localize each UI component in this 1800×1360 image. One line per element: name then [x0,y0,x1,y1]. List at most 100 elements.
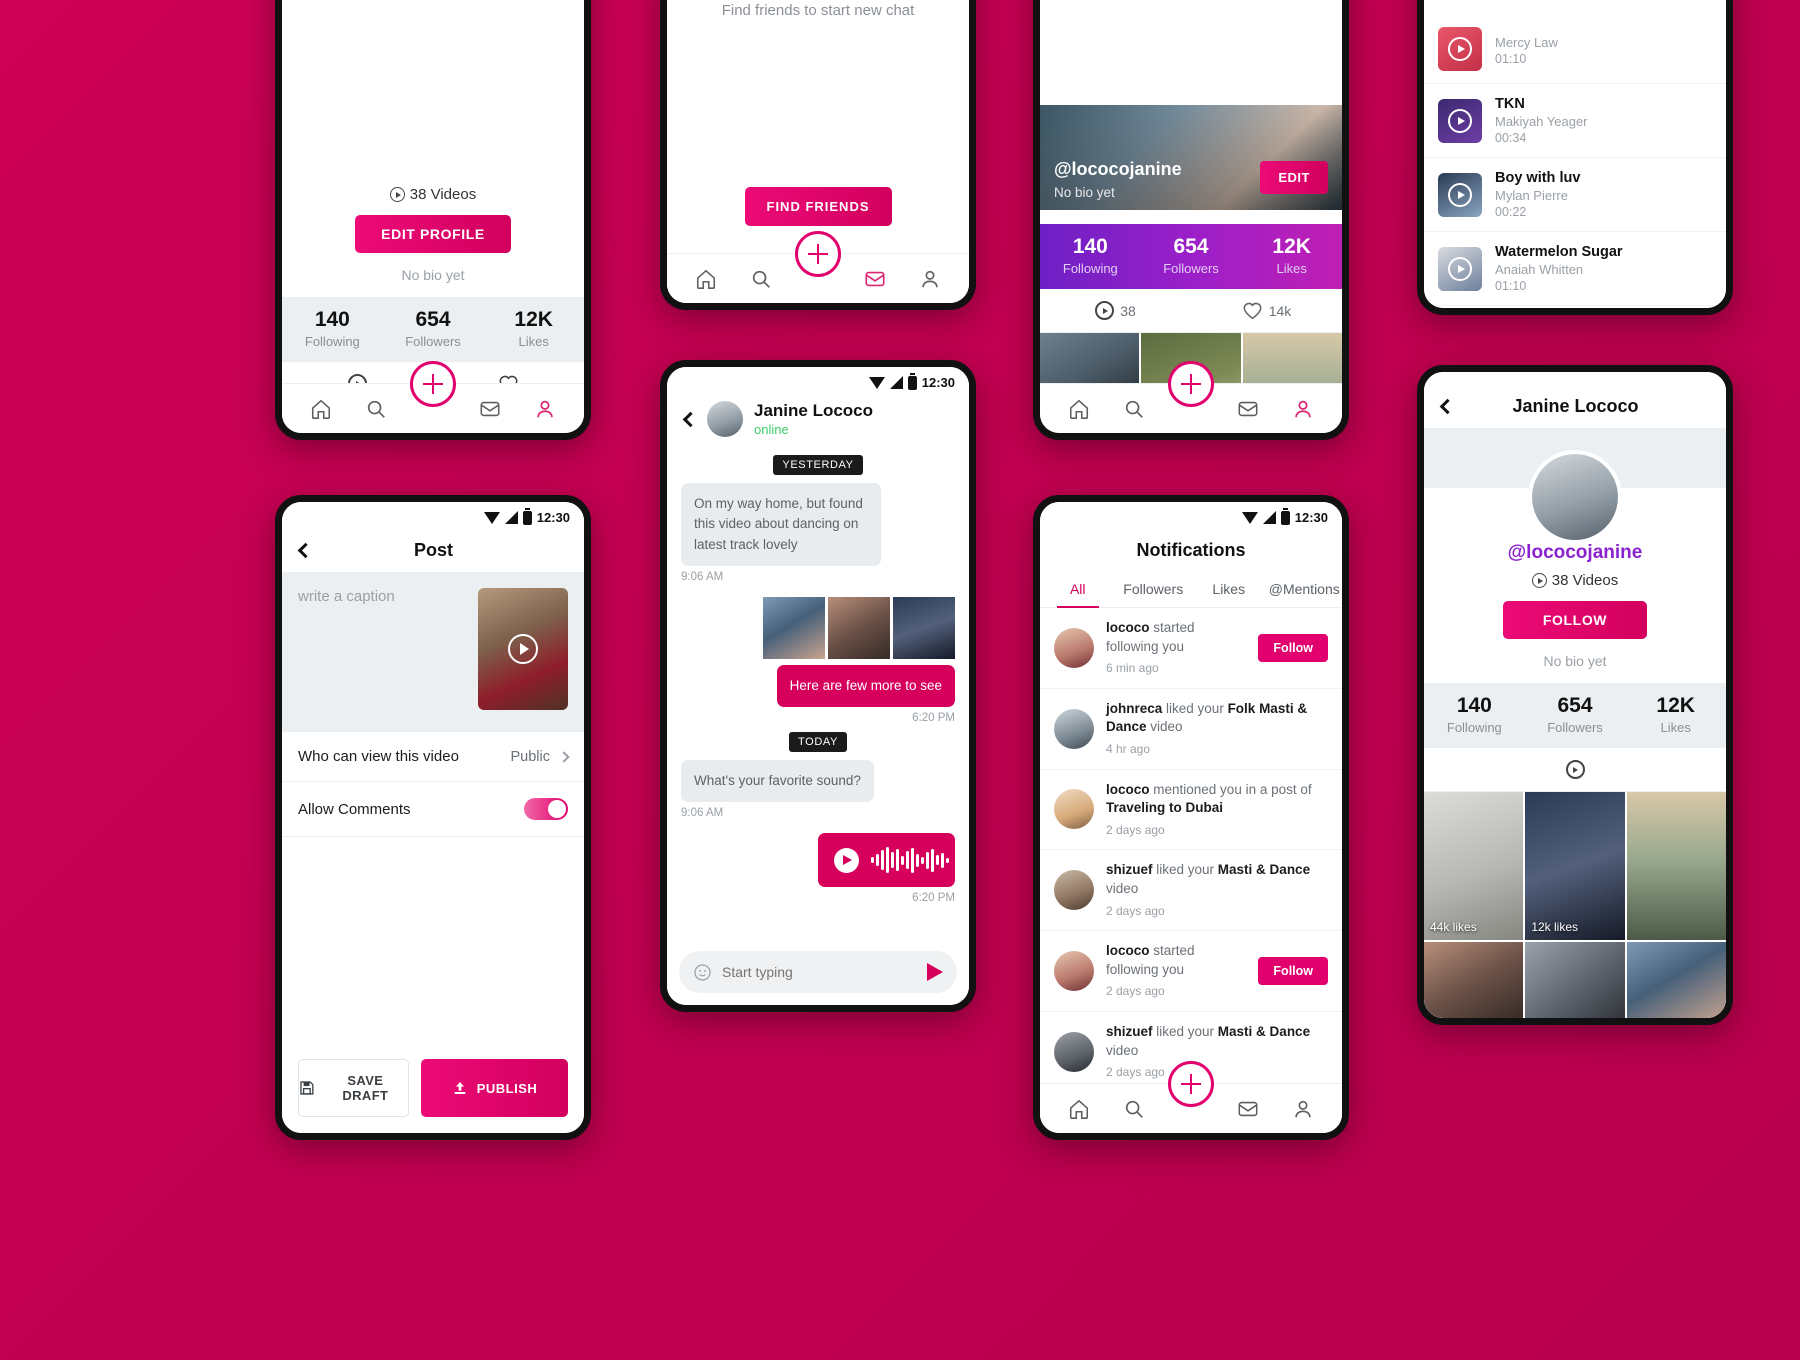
grid-item[interactable] [1626,792,1726,940]
create-button[interactable] [795,231,841,277]
notification-row[interactable]: lococo started following you 2 days ago … [1040,931,1342,1012]
avatar[interactable] [1054,1031,1094,1072]
inbox-icon[interactable] [1237,398,1259,420]
tab-all[interactable]: All [1040,572,1116,608]
stat-following[interactable]: 140 Following [282,297,383,362]
tab-mentions[interactable]: @Mentions [1267,572,1343,607]
avatar[interactable] [1054,870,1094,911]
sound-row[interactable]: Watermelon Sugar Anaiah Whitten 01:10 [1424,232,1726,306]
play-icon[interactable] [1448,108,1472,133]
screen-messages-empty: Find friends to start new chat FIND FRIE… [667,0,969,303]
allow-comments-toggle[interactable] [524,798,568,820]
search-icon[interactable] [1123,1098,1145,1120]
stat-value: 654 [1557,694,1593,717]
sound-row[interactable]: Rockstar Aliah Pitts 00:34 [1424,306,1726,308]
notification-row[interactable]: johnreca liked your Folk Masti & Dance v… [1040,689,1342,770]
home-icon[interactable] [1068,1098,1090,1120]
notification-row[interactable]: lococo started following you 6 min ago F… [1040,608,1342,689]
notif-user: shizuef [1106,862,1153,878]
tab-liked[interactable]: 14k [1191,301,1342,320]
play-icon[interactable] [1448,37,1472,61]
tab-videos[interactable] [1424,760,1726,779]
sound-thumbnail [1438,172,1482,217]
edit-button[interactable]: EDIT [1260,161,1328,194]
profile-icon[interactable] [1292,1098,1314,1120]
avatar[interactable] [1054,708,1094,749]
profile-icon[interactable] [919,268,941,290]
sound-row[interactable]: Mercy Law 01:10 [1424,15,1726,84]
stat-label: Following [304,334,360,349]
allow-comments-row[interactable]: Allow Comments [282,782,584,837]
emoji-icon[interactable] [693,963,712,982]
avatar[interactable] [1054,951,1094,992]
tab-videos[interactable]: 38 [1040,301,1191,320]
stat-likes[interactable]: 12K Likes [1625,683,1726,748]
save-draft-button[interactable]: SAVE DRAFT [298,1059,409,1117]
message-image[interactable] [893,596,955,659]
create-button[interactable] [1168,361,1214,407]
stat-likes[interactable]: 12K Likes [1241,224,1342,289]
publish-button[interactable]: PUBLISH [420,1059,568,1117]
avatar[interactable] [1054,789,1094,830]
sound-row[interactable]: Boy with luv Mylan Pierre 00:22 [1424,158,1726,232]
day-divider: YESTERDAY [773,455,863,475]
inbox-icon[interactable] [479,398,501,420]
voice-message[interactable] [818,833,955,888]
edit-profile-button[interactable]: EDIT PROFILE [355,215,511,253]
message-images[interactable] [681,596,955,659]
create-button[interactable] [410,361,456,407]
message-input[interactable] [722,964,917,980]
stat-followers[interactable]: 654 Followers [1525,683,1626,748]
grid-item[interactable] [1626,942,1726,1018]
inbox-icon[interactable] [1237,1098,1259,1120]
message-image[interactable] [828,596,890,659]
play-icon[interactable] [834,847,859,873]
tab-likes[interactable]: Likes [1191,572,1267,607]
grid-item[interactable]: 12k likes [1525,792,1625,940]
post-thumbnail[interactable] [478,588,568,710]
search-icon[interactable] [750,268,772,290]
create-button[interactable] [1168,1061,1214,1107]
avatar[interactable] [707,401,743,437]
notif-time: 2 days ago [1106,984,1165,999]
back-icon[interactable] [682,411,699,427]
find-friends-button[interactable]: FIND FRIENDS [744,187,892,226]
stat-followers[interactable]: 654 Followers [1141,224,1242,289]
profile-icon[interactable] [534,398,556,420]
notification-row[interactable]: shizuef liked your Masti & Dance video 2… [1040,850,1342,932]
tab-followers[interactable]: Followers [1116,572,1192,607]
home-icon[interactable] [310,398,332,420]
profile-icon[interactable] [1292,398,1314,420]
stat-following[interactable]: 140 Following [1040,224,1141,289]
message-image[interactable] [763,596,825,659]
notif-user: lococo [1106,620,1150,635]
grid-item[interactable] [1424,942,1524,1018]
message-row: Here are few more to see [681,664,955,707]
who-can-view-row[interactable]: Who can view this video Public [282,732,584,782]
search-icon[interactable] [1123,398,1145,420]
stat-following[interactable]: 140 Following [1424,683,1525,748]
avatar[interactable] [1054,627,1094,668]
stat-likes[interactable]: 12K Likes [483,297,584,362]
allow-comments-label: Allow Comments [298,800,411,818]
search-icon[interactable] [365,398,387,420]
stat-followers[interactable]: 654 Followers [383,297,484,362]
status-bar: 12:30 [667,367,969,393]
play-icon[interactable] [1448,256,1472,281]
inbox-icon[interactable] [864,268,886,290]
screen-profile-basic: 38 Videos EDIT PROFILE No bio yet 140 Fo… [282,0,584,433]
caption-input[interactable]: write a caption [298,588,464,710]
stat-value: 654 [1173,235,1209,258]
play-icon[interactable] [1448,182,1472,207]
notification-row[interactable]: lococo mentioned you in a post of Travel… [1040,770,1342,851]
grid-item[interactable]: 44k likes [1424,792,1524,940]
home-icon[interactable] [695,268,717,290]
home-icon[interactable] [1068,398,1090,420]
follow-button[interactable]: Follow [1258,957,1328,986]
grid-item[interactable] [1525,942,1625,1018]
follow-button[interactable]: FOLLOW [1502,601,1648,639]
sound-row[interactable]: TKN Makiyah Yeager 00:34 [1424,84,1726,158]
send-icon[interactable] [927,963,943,981]
follow-button[interactable]: Follow [1258,633,1328,662]
sound-thumbnail [1438,27,1482,71]
